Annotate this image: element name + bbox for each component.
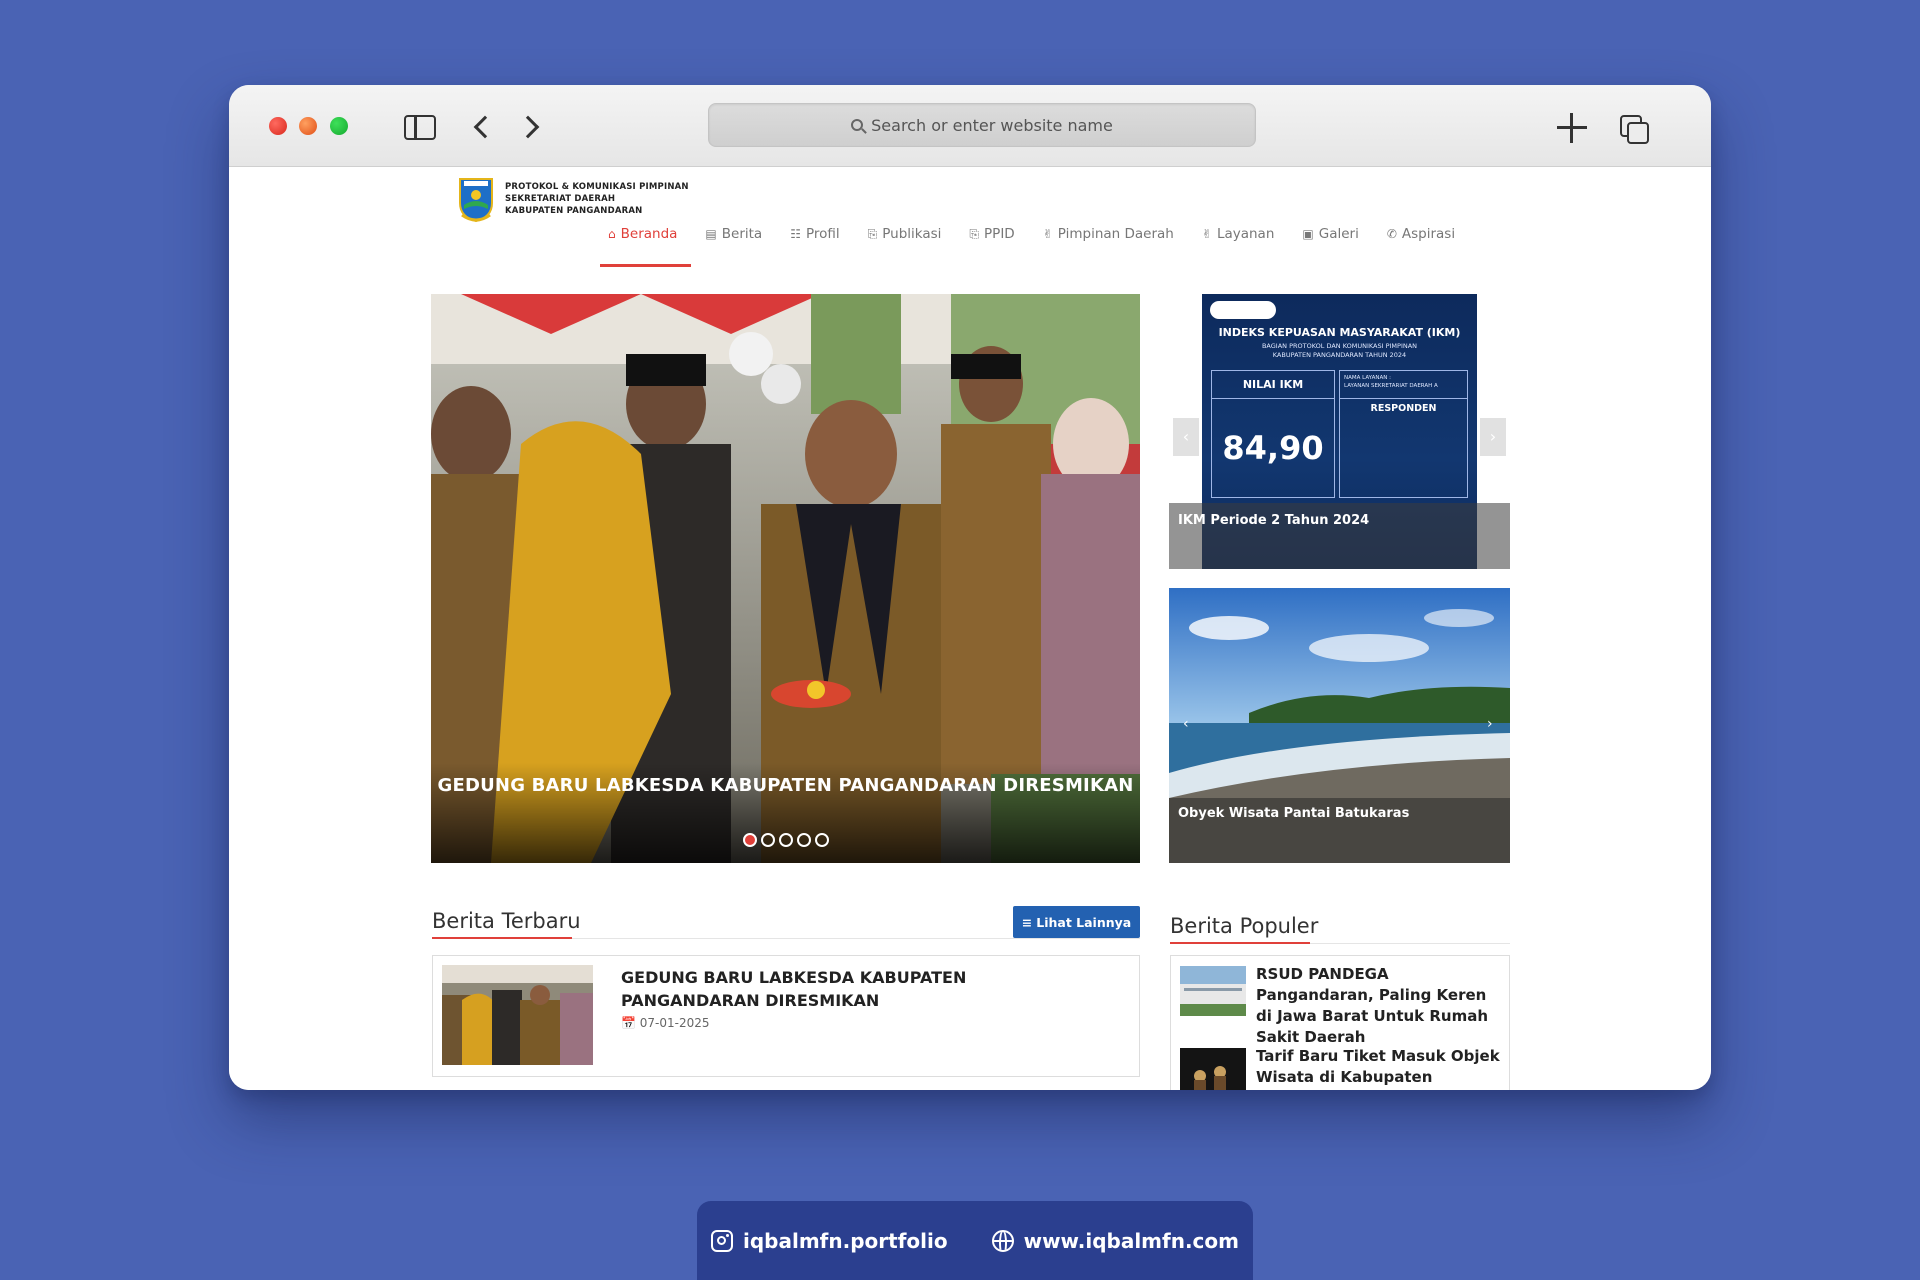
thumbs-up-icon: ✌ — [1201, 227, 1212, 241]
address-bar-placeholder: Search or enter website name — [871, 115, 1113, 135]
news-date: 📅 07-01-2025 — [621, 1016, 710, 1030]
sidebar-toggle-icon[interactable] — [404, 115, 436, 140]
browser-window: Search or enter website name PROTOKOL & … — [229, 85, 1711, 1090]
berita-populer-title: Berita Populer — [1170, 914, 1319, 938]
document-icon: ⎘ — [969, 226, 980, 241]
new-tab-icon[interactable] — [1557, 113, 1587, 143]
section-accent — [432, 937, 572, 939]
nav-item-aspirasi[interactable]: ✆ Aspirasi — [1387, 216, 1455, 252]
popular-news-title: RSUD PANDEGA Pangandaran, Paling Keren d… — [1256, 965, 1489, 1046]
ikm-prev-arrow[interactable]: ‹ — [1173, 418, 1199, 456]
image-icon: ▣ — [1302, 227, 1314, 241]
beach-photo — [1169, 588, 1510, 863]
tab-overview-icon[interactable] — [1620, 115, 1650, 145]
minimize-window-button[interactable] — [299, 117, 317, 135]
nav-item-publikasi[interactable]: ⎘ Publikasi — [868, 216, 942, 252]
forward-icon[interactable] — [516, 115, 540, 139]
ikm-banner[interactable]: INDEKS KEPUASAN MASYARAKAT (IKM) BAGIAN … — [1169, 294, 1510, 569]
calendar-icon: 📅 — [621, 1016, 636, 1030]
nav-item-profil[interactable]: ☷ Profil — [790, 216, 839, 252]
lihat-lainnya-button[interactable]: ≡ Lihat Lainnya — [1013, 906, 1140, 938]
news-thumbnail[interactable] — [442, 965, 593, 1065]
beach-caption[interactable]: Obyek Wisata Pantai Batukaras — [1178, 806, 1409, 821]
thumbs-up-icon: ✌ — [1042, 227, 1053, 241]
ikm-next-arrow[interactable]: › — [1480, 418, 1506, 456]
popular-news-title: Tarif Baru Tiket Masuk Objek Wisata di K… — [1256, 1047, 1500, 1086]
ikm-caption[interactable]: IKM Periode 2 Tahun 2024 — [1178, 513, 1369, 528]
document-icon: ⎘ — [867, 226, 878, 241]
globe-icon — [991, 1230, 1014, 1252]
list-icon: ≡ — [1021, 914, 1033, 930]
ikm-respondent-box: NAMA LAYANAN : LAYANAN SEKRETARIAT DAERA… — [1339, 370, 1468, 498]
slider-indicators — [431, 833, 1140, 847]
newspaper-icon: ▤ — [705, 227, 717, 241]
slide-indicator-5[interactable] — [814, 833, 829, 847]
slide-indicator-4[interactable] — [796, 833, 811, 847]
back-icon[interactable] — [473, 115, 497, 139]
popular-news-thumbnail[interactable] — [1180, 1048, 1246, 1090]
news-card[interactable]: GEDUNG BARU LABKESDA KABUPATEN PANGANDAR… — [432, 955, 1140, 1077]
main-nav: ⌂ Beranda ▤ Berita ☷ Profil ⎘ Publikasi … — [599, 216, 1455, 267]
phone-icon: ✆ — [1386, 227, 1397, 241]
browser-toolbar: Search or enter website name — [229, 85, 1711, 167]
ikm-score-box: NILAI IKM 84,90 — [1211, 370, 1335, 498]
nav-item-berita[interactable]: ▤ Berita — [705, 216, 762, 252]
hero-caption[interactable]: GEDUNG BARU LABKESDA KABUPATEN PANGANDAR… — [431, 775, 1140, 796]
popular-news-thumbnail[interactable] — [1180, 966, 1246, 1016]
instagram-link[interactable]: iqbalmfn.portfolio — [711, 1229, 948, 1253]
slide-indicator-2[interactable] — [760, 833, 775, 847]
berita-terbaru-title: Berita Terbaru — [432, 909, 581, 933]
pangandaran-logo[interactable] — [456, 175, 496, 223]
search-icon — [851, 119, 864, 131]
popular-news-list: RSUD PANDEGA Pangandaran, Paling Keren d… — [1170, 955, 1510, 1090]
slide-indicator-1[interactable] — [742, 833, 757, 847]
hero-slider[interactable]: GEDUNG BARU LABKESDA KABUPATEN PANGANDAR… — [431, 294, 1140, 863]
home-icon: ⌂ — [608, 227, 616, 241]
section-accent — [1170, 942, 1310, 944]
beach-banner[interactable]: ‹ › Obyek Wisata Pantai Batukaras — [1169, 588, 1510, 863]
slide-indicator-3[interactable] — [778, 833, 793, 847]
ikm-score: 84,90 — [1222, 429, 1324, 467]
portfolio-footer: iqbalmfn.portfolio www.iqbalmfn.com — [697, 1201, 1253, 1280]
instagram-icon — [711, 1230, 733, 1252]
nav-item-beranda[interactable]: ⌂ Beranda — [599, 216, 692, 267]
beach-next-arrow[interactable]: › — [1487, 716, 1493, 732]
beach-prev-arrow[interactable]: ‹ — [1183, 716, 1189, 732]
ikm-logo-strip — [1210, 301, 1276, 319]
institution-icon: ☷ — [790, 227, 801, 241]
nav-item-pimpinan-daerah[interactable]: ✌ Pimpinan Daerah — [1043, 216, 1174, 252]
ikm-poster-title: INDEKS KEPUASAN MASYARAKAT (IKM) — [1218, 326, 1461, 339]
nav-item-layanan[interactable]: ✌ Layanan — [1202, 216, 1275, 252]
address-bar[interactable]: Search or enter website name — [708, 103, 1256, 147]
nav-item-ppid[interactable]: ⎘ PPID — [969, 216, 1014, 252]
news-title[interactable]: GEDUNG BARU LABKESDA KABUPATEN PANGANDAR… — [621, 966, 1101, 1012]
site-title[interactable]: PROTOKOL & KOMUNIKASI PIMPINAN SEKRETARI… — [505, 181, 689, 217]
nav-item-galeri[interactable]: ▣ Galeri — [1302, 216, 1358, 252]
maximize-window-button[interactable] — [330, 117, 348, 135]
close-window-button[interactable] — [269, 117, 287, 135]
ikm-poster-subtitle: BAGIAN PROTOKOL DAN KOMUNIKASI PIMPINAN … — [1261, 342, 1418, 359]
web-page: PROTOKOL & KOMUNIKASI PIMPINAN SEKRETARI… — [229, 168, 1711, 1090]
website-link[interactable]: www.iqbalmfn.com — [991, 1229, 1239, 1253]
